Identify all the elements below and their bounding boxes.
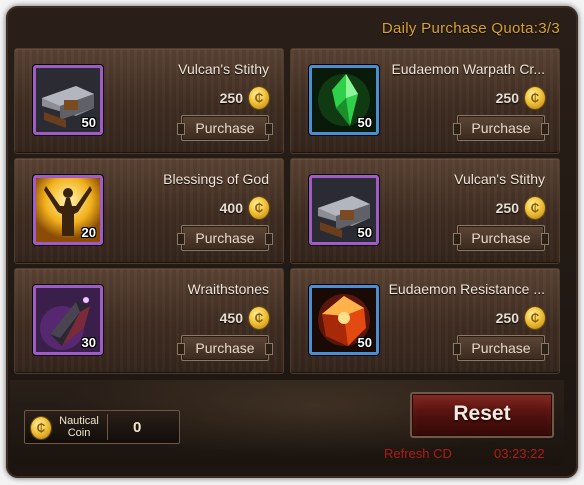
refresh-cd-label: Refresh CD xyxy=(384,446,452,461)
currency-label-line1: Nautical xyxy=(59,415,99,427)
daily-quota-label: Daily Purchase Quota:3/3 xyxy=(381,20,560,37)
item-price: 250 xyxy=(495,310,519,326)
item-grid: 50 Vulcan's Stithy 250 ₵ Purchase 50 Eud… xyxy=(14,48,564,374)
gold-coin-icon: ₵ xyxy=(249,87,269,109)
item-icon-frame[interactable]: 50 xyxy=(309,285,379,355)
shop-item-card: 30 Wraithstones 450 ₵ Purchase xyxy=(14,268,284,374)
shop-item-card: 20 Blessings of God 400 ₵ Purchase xyxy=(14,158,284,264)
purchase-button[interactable]: Purchase xyxy=(453,225,549,251)
item-name: Blessings of God xyxy=(163,171,269,187)
currency-label-line2: Coin xyxy=(67,427,91,439)
item-name: Eudaemon Resistance ... xyxy=(388,281,545,297)
purchase-button[interactable]: Purchase xyxy=(453,335,549,361)
item-name: Eudaemon Warpath Cr... xyxy=(391,61,545,77)
purchase-button[interactable]: Purchase xyxy=(177,225,273,251)
gold-coin-icon: ₵ xyxy=(249,197,269,219)
item-icon-frame[interactable]: 50 xyxy=(309,65,379,135)
item-quantity: 50 xyxy=(357,335,372,350)
item-quantity: 50 xyxy=(357,115,372,130)
nautical-coin-balance: ₵ Nautical Coin 0 xyxy=(24,410,180,444)
item-quantity: 50 xyxy=(357,225,372,240)
item-price: 400 xyxy=(219,200,243,216)
item-price: 450 xyxy=(219,310,243,326)
item-price: 250 xyxy=(219,90,243,106)
item-name: Vulcan's Stithy xyxy=(454,171,545,187)
item-quantity: 50 xyxy=(81,115,96,130)
item-price: 250 xyxy=(495,90,519,106)
gold-coin-icon: ₵ xyxy=(249,307,269,329)
item-name: Wraithstones xyxy=(187,281,269,297)
shop-item-card: 50 Vulcan's Stithy 250 ₵ Purchase xyxy=(290,158,560,264)
shop-item-card: 50 Eudaemon Resistance ... 250 ₵ Purchas… xyxy=(290,268,560,374)
divider xyxy=(107,414,108,440)
item-quantity: 30 xyxy=(81,335,96,350)
item-quantity: 20 xyxy=(81,225,96,240)
purchase-button[interactable]: Purchase xyxy=(453,115,549,141)
item-icon-frame[interactable]: 50 xyxy=(309,175,379,245)
item-icon-frame[interactable]: 50 xyxy=(33,65,103,135)
gold-coin-icon: ₵ xyxy=(525,197,545,219)
item-icon-frame[interactable]: 20 xyxy=(33,175,103,245)
currency-label: Nautical Coin xyxy=(53,415,105,439)
reset-button[interactable]: Reset xyxy=(410,392,554,438)
item-price: 250 xyxy=(495,200,519,216)
gold-coin-icon: ₵ xyxy=(31,417,51,439)
shop-item-card: 50 Eudaemon Warpath Cr... 250 ₵ Purchase xyxy=(290,48,560,154)
purchase-button[interactable]: Purchase xyxy=(177,335,273,361)
item-icon-frame[interactable]: 30 xyxy=(33,285,103,355)
gold-coin-icon: ₵ xyxy=(525,87,545,109)
shop-item-card: 50 Vulcan's Stithy 250 ₵ Purchase xyxy=(14,48,284,154)
currency-value: 0 xyxy=(133,419,142,436)
purchase-button[interactable]: Purchase xyxy=(177,115,273,141)
item-name: Vulcan's Stithy xyxy=(178,61,269,77)
gold-coin-icon: ₵ xyxy=(525,307,545,329)
refresh-countdown: 03:23:22 xyxy=(494,446,545,461)
